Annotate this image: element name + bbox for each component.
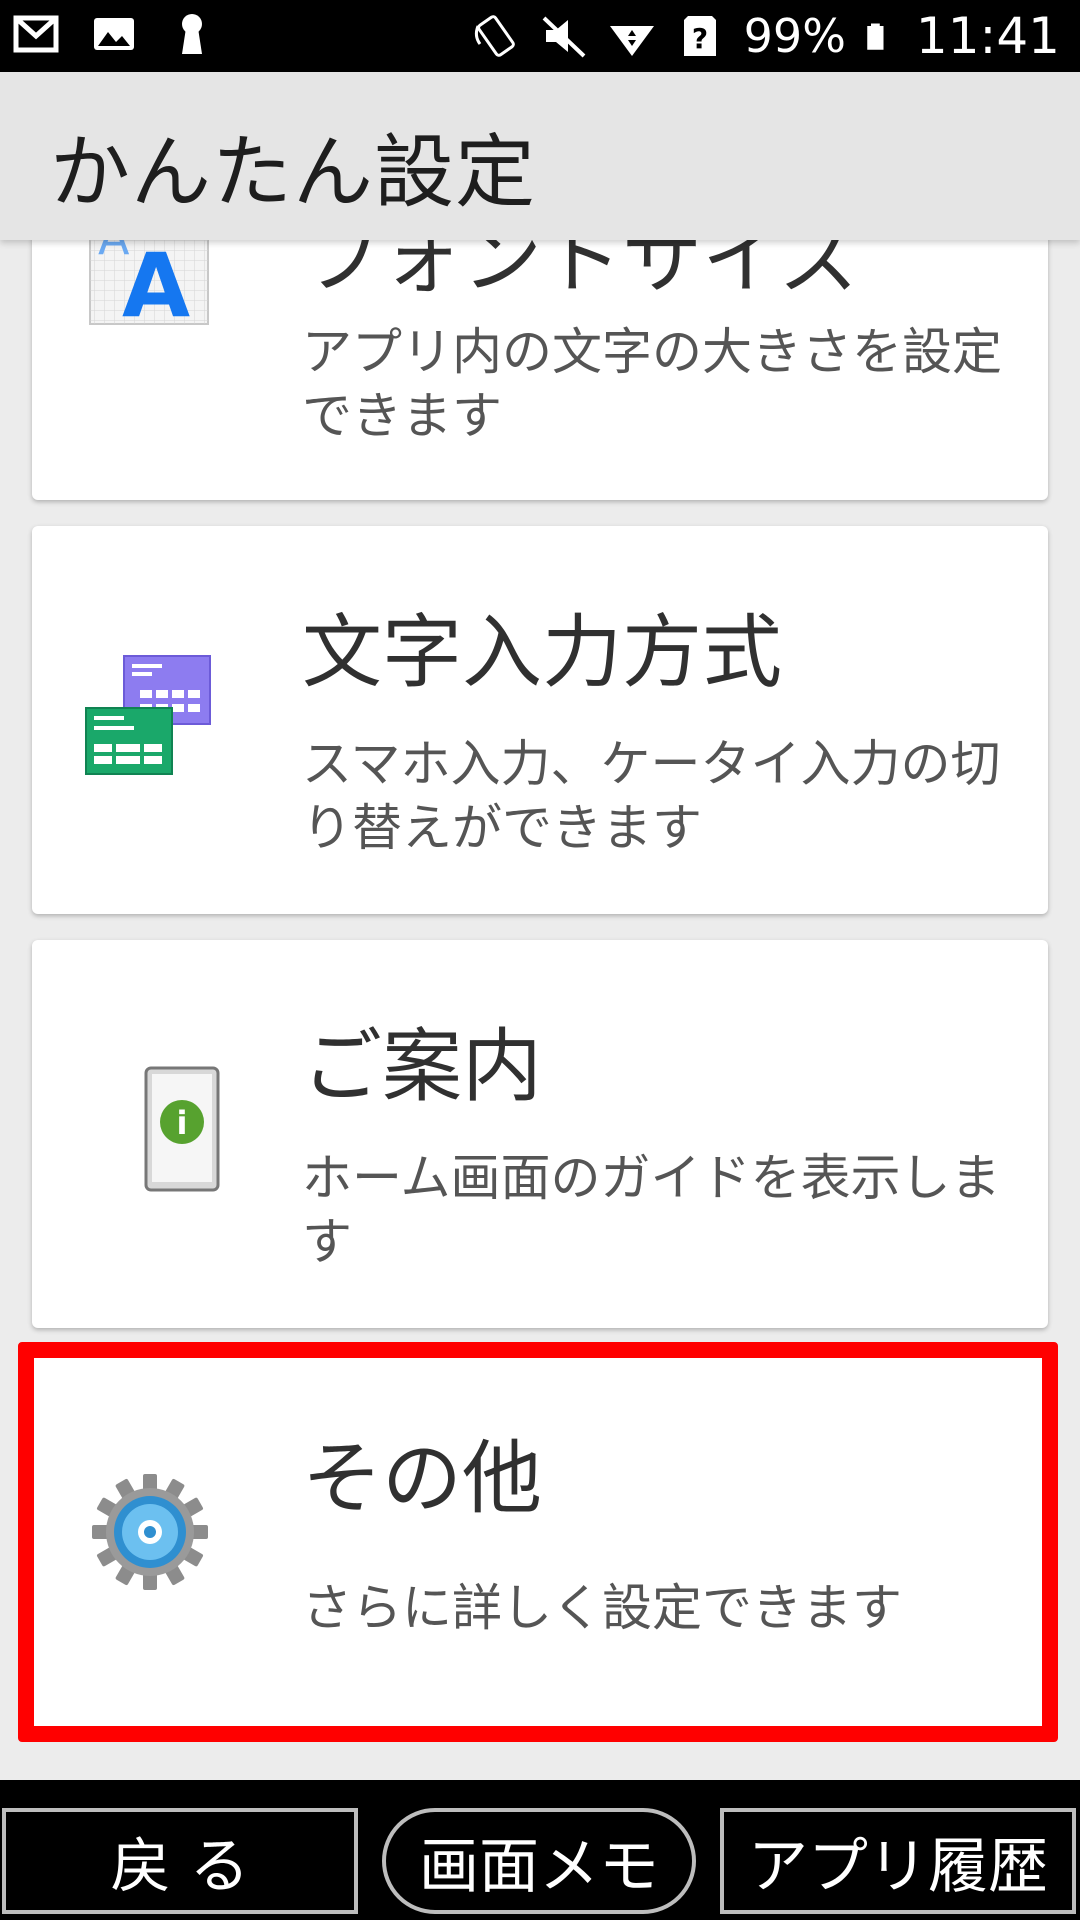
list-item-input-method[interactable]: 文字入力方式 スマホ入力、ケータイ入力の切り替えができます bbox=[32, 526, 1048, 914]
list-item-font-size[interactable]: フォントサイズ A A アプリ内の文字の大きさを設定できます bbox=[32, 240, 1048, 500]
list-item-title: フォントサイズ bbox=[302, 240, 860, 305]
back-button[interactable]: 戻 る bbox=[2, 1808, 358, 1914]
image-icon bbox=[94, 18, 134, 50]
app-history-button[interactable]: アプリ履歴 bbox=[720, 1808, 1076, 1914]
highlight-frame bbox=[18, 1342, 1058, 1742]
sim-unknown-icon: ? bbox=[683, 16, 716, 56]
keyboard-icon bbox=[85, 655, 211, 775]
list-item-description: スマホ入力、ケータイ入力の切り替えができます bbox=[302, 735, 1001, 857]
list-item-description: ホーム画面のガイドを表示します bbox=[302, 1149, 1001, 1271]
mute-icon bbox=[542, 16, 586, 58]
list-item-description: アプリ内の文字の大きさを設定できます bbox=[302, 323, 1002, 445]
gmail-icon bbox=[13, 15, 59, 53]
list-item-title: 文字入力方式 bbox=[302, 606, 782, 699]
battery-icon bbox=[867, 23, 884, 50]
guide-phone-icon: i bbox=[144, 1066, 220, 1192]
nfc-icon bbox=[474, 15, 515, 57]
status-bar: ? 99% 11:41 bbox=[0, 0, 1080, 72]
app-header: かんたん設定 bbox=[0, 72, 1080, 240]
screen-memo-button[interactable]: 画面メモ bbox=[382, 1808, 696, 1914]
clock: 11:41 bbox=[915, 7, 1060, 65]
page-title: かんたん設定 bbox=[50, 126, 536, 219]
wifi-icon bbox=[609, 26, 654, 56]
svg-text:A: A bbox=[122, 240, 190, 330]
list-item-guide[interactable]: ご案内 i ホーム画面のガイドを表示します bbox=[32, 940, 1048, 1328]
keyhole-icon bbox=[182, 14, 202, 54]
battery-percent: 99% bbox=[743, 9, 846, 63]
bottom-nav: 戻 る 画面メモ アプリ履歴 bbox=[0, 1780, 1080, 1920]
svg-text:i: i bbox=[177, 1104, 188, 1142]
font-size-icon: A A bbox=[89, 240, 209, 330]
svg-text:?: ? bbox=[692, 22, 708, 55]
list-item-title: ご案内 bbox=[302, 1020, 542, 1113]
